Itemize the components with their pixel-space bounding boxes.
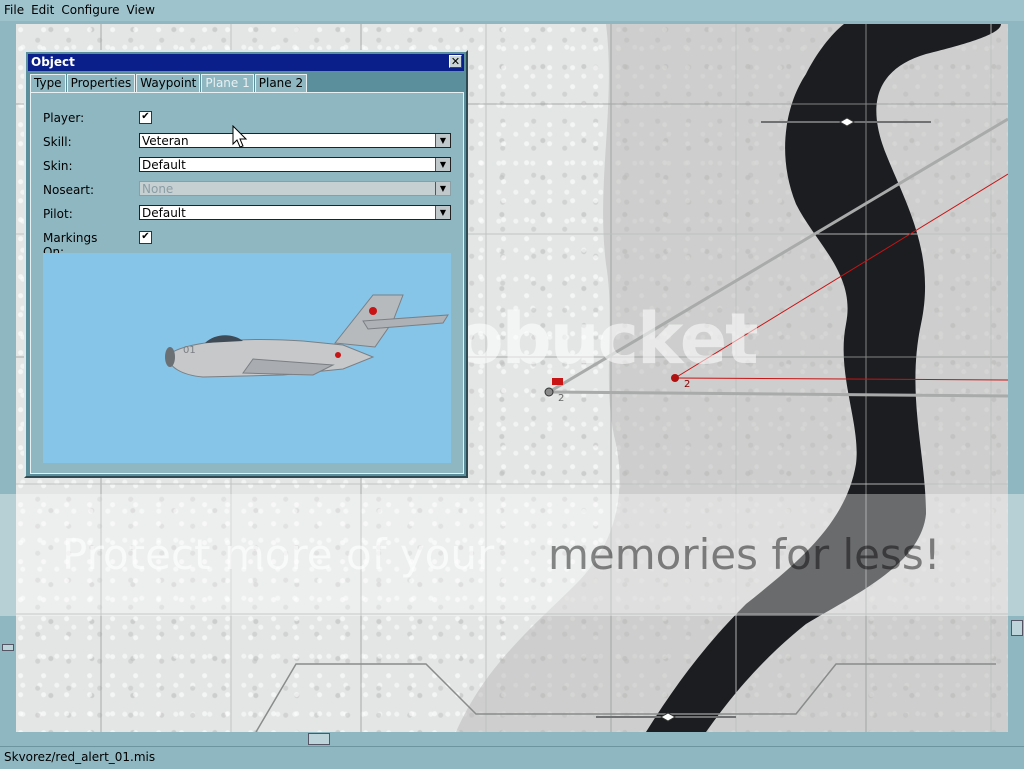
tab-plane-1[interactable]: Plane 1 [201,74,254,92]
tab-type[interactable]: Type [30,74,66,92]
player-label: Player: [43,111,85,125]
menu-view[interactable]: View [123,0,158,21]
status-bar: Skvorez/red_alert_01.mis [0,746,1024,769]
markings-checkbox[interactable]: ✔ [139,231,152,244]
menu-configure[interactable]: Configure [57,0,122,21]
waypoint-red-label: 2 [684,379,691,390]
chevron-down-icon: ▼ [435,182,450,195]
left-ruler [0,24,16,732]
skill-label: Skill: [43,135,72,149]
skin-row: Skin: Default ▼ [43,157,455,175]
pilot-value: Default [142,206,186,220]
plane-panel: Player: ✔ Skill: Veteran ▼ Skin: Default… [30,92,464,474]
menu-file[interactable]: File [0,0,27,21]
dialog-titlebar[interactable]: Object ✕ [28,54,464,71]
noseart-row: Noseart: None ▼ [43,181,455,199]
tab-properties[interactable]: Properties [66,74,136,92]
ruler-marker[interactable] [2,644,14,651]
pilot-label: Pilot: [43,207,73,221]
dialog-title: Object [31,55,75,69]
vertical-scrollbar[interactable] [1008,24,1024,732]
chevron-down-icon[interactable]: ▼ [435,158,450,171]
close-button[interactable]: ✕ [449,55,462,68]
pilot-select[interactable]: Default ▼ [139,205,451,220]
player-checkbox[interactable]: ✔ [139,111,152,124]
skill-select[interactable]: Veteran ▼ [139,133,451,148]
chevron-down-icon[interactable]: ▼ [435,134,450,147]
waypoint-gray-label: 2 [558,393,565,404]
noseart-value: None [142,182,174,196]
status-file-path: Skvorez/red_alert_01.mis [4,750,156,764]
skin-value: Default [142,158,186,172]
menu-edit[interactable]: Edit [27,0,57,21]
aircraft-number: 01 [183,345,196,356]
jet-fighter-icon [165,294,449,378]
noseart-label: Noseart: [43,183,94,197]
skin-select[interactable]: Default ▼ [139,157,451,172]
tab-plane-2[interactable]: Plane 2 [254,74,308,92]
menu-bar: File Edit Configure View [0,0,1024,21]
waypoint-red [671,374,679,382]
skill-row: Skill: Veteran ▼ [43,133,455,151]
vertical-scroll-thumb[interactable] [1011,620,1023,636]
skin-label: Skin: [43,159,73,173]
skill-value: Veteran [142,134,189,148]
object-dialog: Object ✕ Type Properties Waypoint Plane … [24,50,468,478]
tab-waypoint[interactable]: Waypoint [136,74,201,92]
chevron-down-icon[interactable]: ▼ [435,206,450,219]
dialog-tabs: Type Properties Waypoint Plane 1 Plane 2 [30,74,308,92]
aircraft-preview: 01 [43,253,451,463]
watermark-band [0,494,1024,616]
close-icon: ✕ [450,55,461,68]
waypoint-gray [544,387,554,397]
waypoint-flag [552,378,563,385]
horizontal-scrollbar[interactable] [16,732,1008,746]
noseart-select: None ▼ [139,181,451,196]
pilot-row: Pilot: Default ▼ [43,205,455,223]
horizontal-scroll-thumb[interactable] [308,733,330,745]
mouse-cursor-icon [232,125,248,148]
